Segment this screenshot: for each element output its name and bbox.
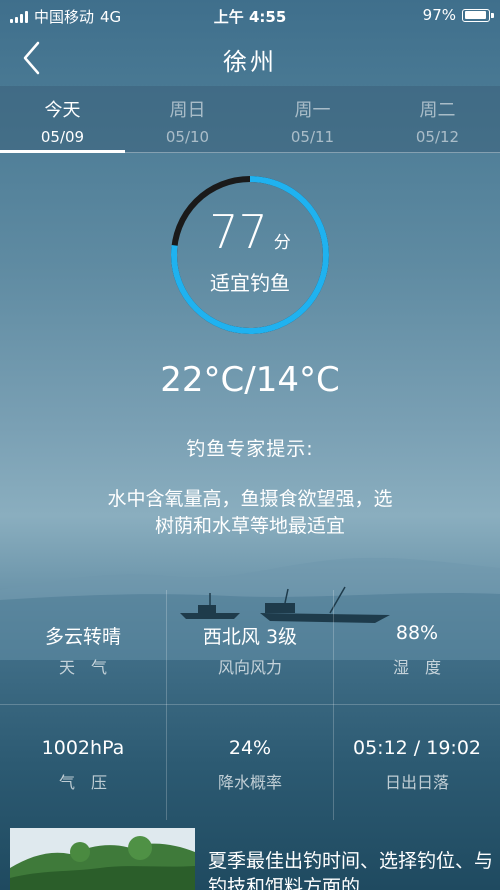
score-label: 适宜钓鱼 [210,271,290,295]
temperature-range: 22°C/14°C [160,360,340,400]
city-title: 徐州 [223,48,277,76]
wind-label: 风向风力 [217,658,282,677]
score-value: 77 [209,205,268,259]
battery-percent: 97% [422,6,456,24]
score-row: 77 分 [170,205,330,259]
day-tabs: 今天 05/09 周日 05/10 周一 05/11 周二 05/12 [0,86,500,153]
expert-tip-text: 水中含氧量高，鱼摄食欲望强，选树荫和水草等地最适宜 [107,488,393,537]
battery-fill [464,11,486,19]
nav-bar: 徐州 [0,30,500,86]
tab-date-label: 05/12 [415,128,460,146]
precipitation-cell: 24% 降水概率 [167,705,333,820]
status-bar: 中国移动 4G 上午 4:55 97% [0,0,500,30]
pressure-cell: 1002hPa 气 压 [0,705,166,820]
tab-monday[interactable]: 周一 05/11 [250,86,375,152]
tab-today[interactable]: 今天 05/09 [0,86,125,153]
article-card[interactable]: 夏季最佳出钓时间、选择钓位、与钓技和饵料方面的... [10,828,500,890]
weather-cell: 多云转晴 天 气 [0,590,166,705]
humidity-cell: 88% 湿 度 [334,590,500,705]
tab-tuesday[interactable]: 周二 05/12 [375,86,500,152]
status-right: 97% [422,6,494,24]
precipitation-value: 24% [228,737,272,759]
fishing-weather-screen: 中国移动 4G 上午 4:55 97% 徐州 今天 05/09 周日 05/10 [0,0,500,890]
expert-tip-title: 钓鱼专家提示: [186,438,314,460]
weather-value: 多云转晴 [44,626,121,648]
sunrise-sunset-cell: 05:12 / 19:02 日出日落 [334,705,500,820]
battery-icon [462,8,494,22]
fishing-score-gauge: 77 分 适宜钓鱼 [170,175,330,335]
tab-day-label: 周一 [294,100,331,121]
article-title: 夏季最佳出钓时间、选择钓位、与钓技和饵料方面的... [208,850,494,890]
precipitation-label: 降水概率 [217,773,282,792]
tab-date-label: 05/11 [290,128,335,146]
tab-day-label: 周二 [419,100,456,121]
article-thumbnail [10,828,195,890]
tab-day-label: 今天 [44,100,81,121]
pressure-label: 气 压 [58,773,107,792]
tab-date-label: 05/09 [40,128,85,146]
tab-day-label: 周日 [169,100,206,121]
wind-cell: 西北风 3级 风向风力 [167,590,333,705]
sunrise-sunset-value: 05:12 / 19:02 [353,737,481,759]
humidity-label: 湿 度 [392,658,441,677]
weather-label: 天 气 [58,658,107,677]
tab-sunday[interactable]: 周日 05/10 [125,86,250,152]
score-unit: 分 [273,233,291,253]
sunrise-sunset-label: 日出日落 [384,773,449,792]
humidity-value: 88% [395,622,439,644]
wind-value: 西北风 3级 [202,626,298,648]
tab-date-label: 05/10 [165,128,210,146]
weather-info-grid: 多云转晴 天 气 西北风 3级 风向风力 88% 湿 度 1002hPa 气 压… [0,590,500,820]
pressure-value: 1002hPa [41,737,125,759]
